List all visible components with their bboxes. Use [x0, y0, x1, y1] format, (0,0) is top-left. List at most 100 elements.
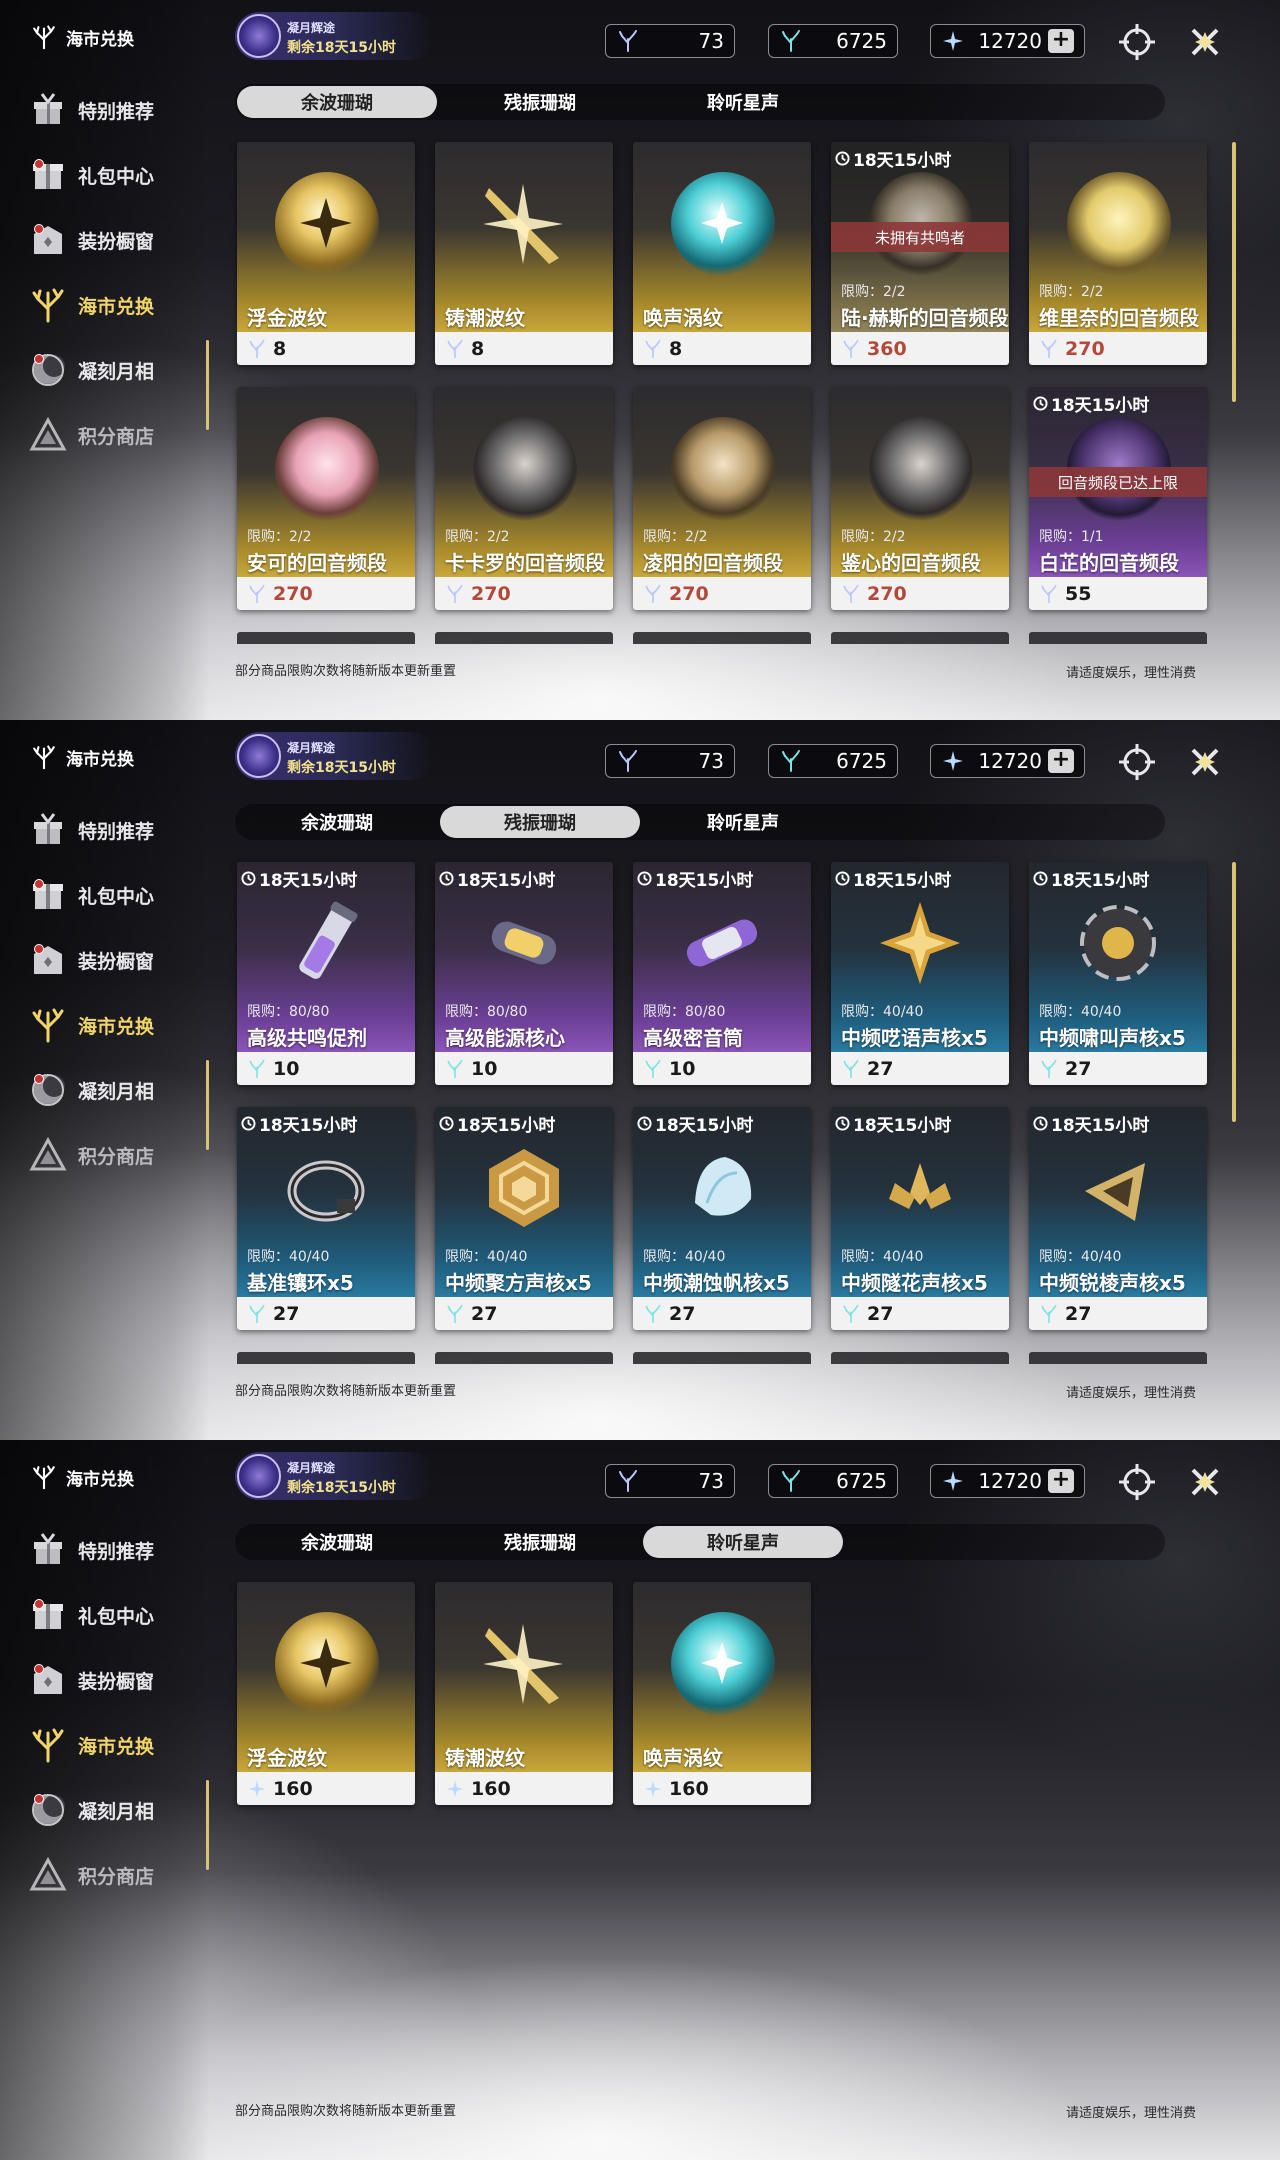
sidebar-item[interactable]: 海市兑换: [28, 280, 198, 330]
shop-item-card[interactable]: 铸潮波纹 160: [435, 1582, 613, 1805]
shop-item-card[interactable]: 18天15小时 限购：80/80 高级共鸣促剂 10: [237, 862, 415, 1085]
target-icon[interactable]: [1117, 1462, 1157, 1502]
sidebar-item[interactable]: 凝刻月相: [28, 1065, 198, 1115]
sidebar-item[interactable]: 装扮橱窗: [28, 935, 198, 985]
sidebar-item[interactable]: 积分商店: [28, 1130, 198, 1180]
item-timer: 18天15小时: [835, 866, 951, 891]
sidebar-item[interactable]: 装扮橱窗: [28, 215, 198, 265]
sidebar-active-indicator: [206, 340, 209, 430]
shop-item-card[interactable]: 18天15小时 限购：40/40 中频聚方声核x5 27: [435, 1107, 613, 1330]
sidebar-item[interactable]: 凝刻月相: [28, 345, 198, 395]
afterglow-coral-icon: [643, 584, 663, 604]
close-icon[interactable]: [1185, 22, 1225, 62]
shop-item-card[interactable]: 18天15小时 回音频段已达上限 限购：1/1 白芷的回音频段 55: [1029, 387, 1207, 610]
sidebar-item[interactable]: 特别推荐: [28, 85, 198, 135]
price-value: 27: [867, 1057, 894, 1080]
price-value: 27: [273, 1302, 300, 1325]
notification-dot: [34, 944, 44, 954]
tab[interactable]: 余波珊瑚: [237, 1526, 437, 1558]
oscillate-coral-icon: [841, 1304, 861, 1324]
sidebar-item[interactable]: 凝刻月相: [28, 1785, 198, 1835]
shop-item-card[interactable]: 浮金波纹 8: [237, 142, 415, 365]
sidebar-item-label: 海市兑换: [78, 1735, 155, 1758]
sidebar-item[interactable]: 装扮橱窗: [28, 1655, 198, 1705]
sidebar-item[interactable]: 特别推荐: [28, 805, 198, 855]
sidebar-item[interactable]: 积分商店: [28, 410, 198, 460]
shop-item-card[interactable]: 限购：2/2 鉴心的回音频段 270: [831, 387, 1009, 610]
sidebar-item[interactable]: 积分商店: [28, 1850, 198, 1900]
shop-item-card[interactable]: 浮金波纹 160: [237, 1582, 415, 1805]
coral-icon: [28, 1005, 68, 1045]
add-currency-button[interactable]: +: [1048, 29, 1074, 53]
sidebar: 海市兑换 特别推荐 礼包中心 装扮橱窗 海市兑换 凝刻月相 积分商店: [0, 1440, 210, 2160]
timer-text: 18天15小时: [457, 871, 556, 891]
shop-item-card[interactable]: 18天15小时 限购：40/40 中频隧花声核x5 27: [831, 1107, 1009, 1330]
oscillate-coral-icon: [247, 1059, 267, 1079]
purchase-limit: 限购：40/40: [1039, 1004, 1122, 1020]
next-row-card: [831, 632, 1009, 644]
shop-item-card[interactable]: 18天15小时 限购：40/40 中频锐棱声核x5 27: [1029, 1107, 1207, 1330]
close-icon[interactable]: [1185, 1462, 1225, 1502]
shop-item-card[interactable]: 18天15小时 限购：40/40 中频啸叫声核x5 27: [1029, 862, 1207, 1085]
moon-icon: [28, 350, 68, 390]
shop-item-card[interactable]: 18天15小时 限购：40/40 中频潮蚀帆核x5 27: [633, 1107, 811, 1330]
event-badge[interactable]: 凝月辉途 剩余18天15小时: [235, 732, 435, 780]
item-timer: 18天15小时: [1033, 1111, 1149, 1136]
tab[interactable]: 聆听星声: [643, 86, 843, 118]
tab[interactable]: 残振珊瑚: [440, 1526, 640, 1558]
timer-text: 18天15小时: [1051, 871, 1150, 891]
next-row-card: [237, 632, 415, 644]
tab[interactable]: 余波珊瑚: [237, 86, 437, 118]
sidebar-title: 海市兑换: [30, 1462, 134, 1492]
sidebar-item[interactable]: 礼包中心: [28, 1590, 198, 1640]
item-name: 高级共鸣促剂: [247, 1026, 367, 1050]
target-icon[interactable]: [1117, 742, 1157, 782]
item-name: 卡卡罗的回音频段: [445, 551, 605, 575]
shop-item-card[interactable]: 唤声涡纹 8: [633, 142, 811, 365]
coral-icon: [30, 1463, 58, 1491]
scrollbar[interactable]: [1232, 142, 1236, 402]
tab[interactable]: 聆听星声: [643, 1526, 843, 1558]
shop-item-card[interactable]: 限购：2/2 卡卡罗的回音频段 270: [435, 387, 613, 610]
currency-value: 73: [698, 1469, 724, 1493]
shop-panel: 海市兑换 特别推荐 礼包中心 装扮橱窗 海市兑换 凝刻月相 积分商店 凝月辉途 剩余18天15小…: [0, 0, 1280, 720]
shop-item-card[interactable]: 18天15小时 限购：80/80 高级密音筒 10: [633, 862, 811, 1085]
next-row-card: [1029, 1352, 1207, 1364]
event-remaining: 剩余18天15小时: [287, 1480, 396, 1496]
shop-item-card[interactable]: 18天15小时 未拥有共鸣者 限购：2/2 陆·赫斯的回音频段 360: [831, 142, 1009, 365]
shop-item-card[interactable]: 铸潮波纹 8: [435, 142, 613, 365]
item-name: 中频潮蚀帆核x5: [643, 1271, 790, 1295]
add-currency-button[interactable]: +: [1048, 749, 1074, 773]
scrollbar[interactable]: [1232, 862, 1236, 1122]
sidebar-item[interactable]: 礼包中心: [28, 150, 198, 200]
purchase-limit: 限购：80/80: [445, 1004, 528, 1020]
tab[interactable]: 残振珊瑚: [440, 806, 640, 838]
shop-item-card[interactable]: 18天15小时 限购：80/80 高级能源核心 10: [435, 862, 613, 1085]
price-value: 360: [867, 337, 907, 360]
shop-item-card[interactable]: 限购：2/2 凌阳的回音频段 270: [633, 387, 811, 610]
shop-item-card[interactable]: 限购：2/2 维里奈的回音频段 270: [1029, 142, 1207, 365]
add-currency-button[interactable]: +: [1048, 1469, 1074, 1493]
afterglow-coral-icon: [841, 584, 861, 604]
item-price: 160: [435, 1772, 613, 1805]
purchase-limit: 限购：40/40: [247, 1249, 330, 1265]
sidebar-item[interactable]: 礼包中心: [28, 870, 198, 920]
tab[interactable]: 余波珊瑚: [237, 806, 437, 838]
sidebar-item[interactable]: 海市兑换: [28, 1720, 198, 1770]
event-badge[interactable]: 凝月辉途 剩余18天15小时: [235, 12, 435, 60]
afterglow-coral-icon: [1039, 584, 1059, 604]
shop-item-card[interactable]: 限购：2/2 安可的回音频段 270: [237, 387, 415, 610]
tab[interactable]: 残振珊瑚: [440, 86, 640, 118]
close-icon[interactable]: [1185, 742, 1225, 782]
shop-item-card[interactable]: 18天15小时 限购：40/40 中频呓语声核x5 27: [831, 862, 1009, 1085]
sidebar-item[interactable]: 海市兑换: [28, 1000, 198, 1050]
price-value: 10: [273, 1057, 300, 1080]
shop-item-card[interactable]: 18天15小时 限购：40/40 基准镶环x5 27: [237, 1107, 415, 1330]
target-icon[interactable]: [1117, 22, 1157, 62]
shop-item-card[interactable]: 唤声涡纹 160: [633, 1582, 811, 1805]
package-icon: [28, 875, 68, 915]
event-badge[interactable]: 凝月辉途 剩余18天15小时: [235, 1452, 435, 1500]
tab[interactable]: 聆听星声: [643, 806, 843, 838]
sidebar-item-label: 凝刻月相: [78, 1080, 155, 1103]
sidebar-item[interactable]: 特别推荐: [28, 1525, 198, 1575]
